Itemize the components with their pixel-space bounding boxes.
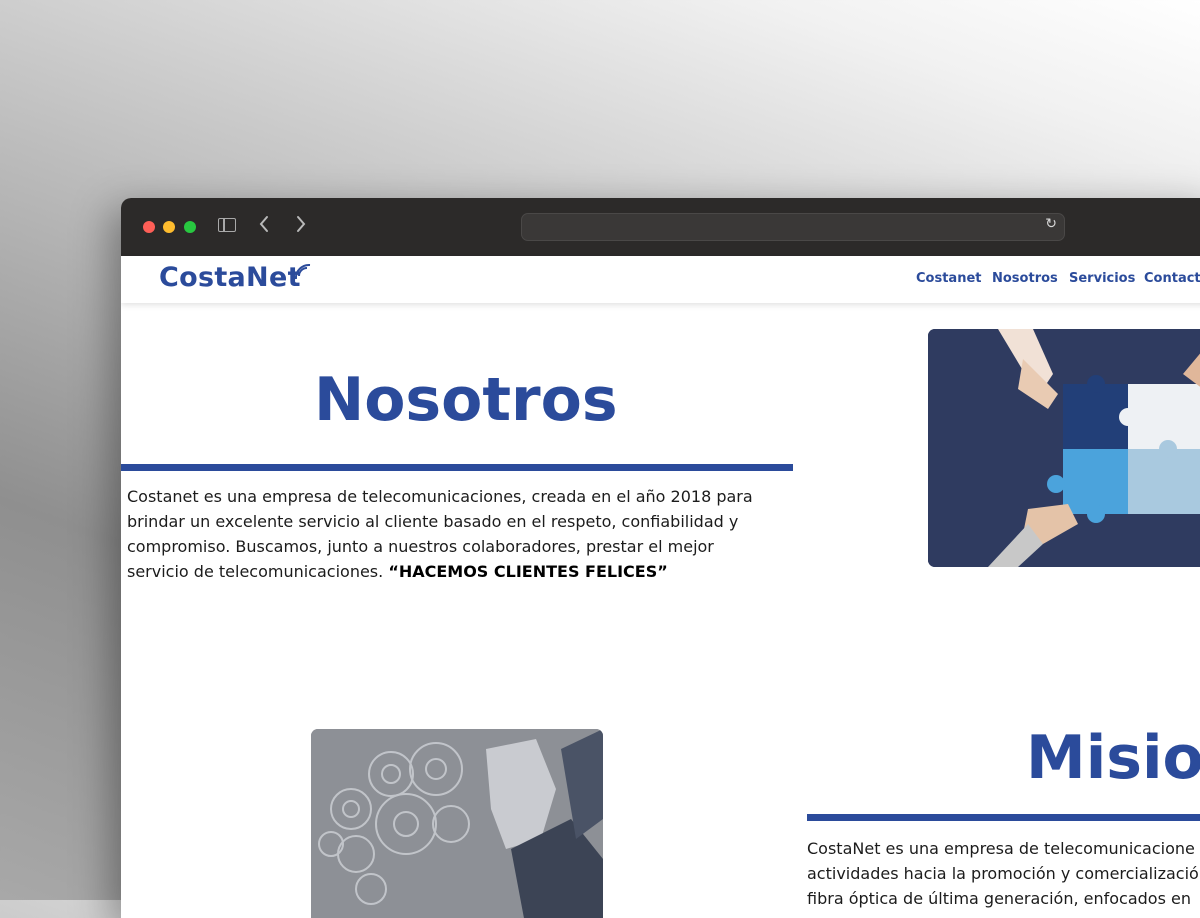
mission-divider [807, 814, 1200, 821]
reload-icon[interactable]: ↻ [1045, 216, 1057, 232]
maximize-window-button[interactable] [184, 221, 196, 233]
nav-link-servicios[interactable]: Servicios [1069, 271, 1135, 286]
minimize-window-button[interactable] [163, 221, 175, 233]
sidebar-icon[interactable] [218, 218, 236, 232]
nav-link-nosotros[interactable]: Nosotros [992, 271, 1058, 286]
about-body: Costanet es una empresa de telecomunicac… [127, 484, 767, 584]
about-divider [121, 464, 793, 471]
browser-window: ↻ CostaNet Costanet Nosotros Servicios C… [121, 198, 1200, 918]
gears-image [311, 729, 603, 918]
nav-link-contacto[interactable]: Contacto [1144, 271, 1200, 286]
signal-icon [294, 263, 311, 280]
logo-text: CostaNet [159, 262, 301, 293]
site-logo[interactable]: CostaNet [159, 262, 301, 293]
about-slogan: “HACEMOS CLIENTES FELICES” [388, 562, 668, 581]
back-icon[interactable] [258, 215, 270, 238]
page-content: Nosotros Costanet es una empresa de tele… [121, 303, 1200, 918]
about-title: Nosotros [314, 365, 618, 435]
mission-title: Mision [1026, 723, 1200, 793]
close-window-button[interactable] [143, 221, 155, 233]
site-navbar: CostaNet Costanet Nosotros Servicios Con… [121, 256, 1200, 303]
mission-line: actividades hacia la promoción y comerci… [807, 864, 1199, 883]
mission-line: fibra óptica de última generación, enfoc… [807, 889, 1191, 908]
puzzle-image [928, 329, 1200, 567]
forward-icon[interactable] [295, 215, 307, 238]
mission-line: CostaNet es una empresa de telecomunicac… [807, 839, 1195, 858]
nav-link-costanet[interactable]: Costanet [916, 271, 981, 286]
address-bar[interactable]: ↻ [521, 213, 1065, 241]
browser-titlebar: ↻ [121, 198, 1200, 257]
